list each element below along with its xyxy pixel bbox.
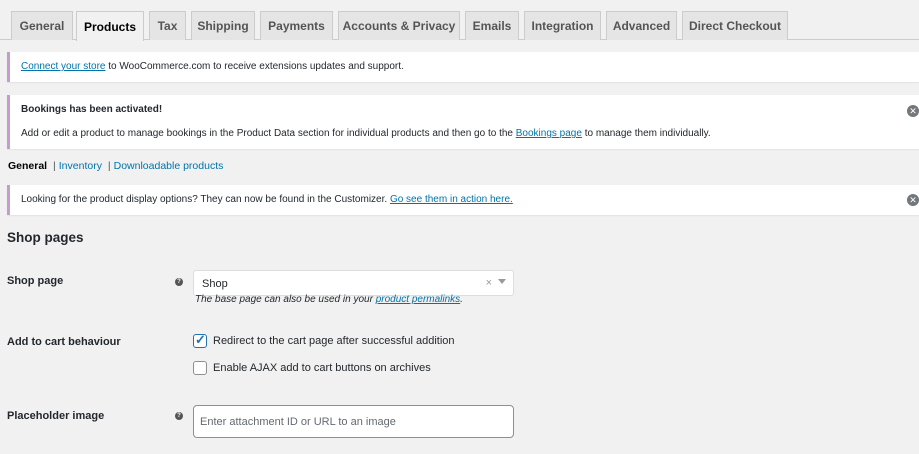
question-mark-circle-icon[interactable]: ? [175, 278, 183, 286]
tab-tax[interactable]: Tax [149, 11, 186, 40]
tab-payments[interactable]: Payments [260, 11, 333, 40]
redirect-to-cart-label[interactable]: Redirect to the cart page after successf… [213, 335, 455, 347]
tab-emails[interactable]: Emails [465, 11, 519, 40]
subnav-inventory[interactable]: Inventory [59, 160, 102, 172]
tab-accounts-privacy[interactable]: Accounts & Privacy [338, 11, 460, 40]
settings-tab-bar: General Products Tax Shipping Payments A… [0, 0, 919, 41]
tab-products[interactable]: Products [76, 11, 144, 41]
section-subnav: General | Inventory | Downloadable product… [8, 160, 224, 172]
bookings-activated-notice: Bookings has been activated! Add or edit… [7, 95, 919, 149]
add-to-cart-label: Add to cart behaviour [7, 336, 121, 348]
shop-page-select[interactable]: Shop × [193, 270, 514, 296]
subnav-general[interactable]: General [8, 160, 47, 172]
tab-direct-checkout[interactable]: Direct Checkout [682, 11, 788, 40]
subnav-downloadable-products[interactable]: Downloadable products [114, 160, 224, 172]
ajax-add-to-cart-checkbox[interactable] [193, 361, 207, 375]
ajax-add-to-cart-label[interactable]: Enable AJAX add to cart buttons on archi… [213, 362, 431, 374]
product-permalinks-link[interactable]: product permalinks [376, 294, 460, 305]
question-mark-circle-icon[interactable]: ? [175, 412, 183, 420]
shop-page-label: Shop page [7, 275, 64, 287]
tab-advanced[interactable]: Advanced [606, 11, 677, 40]
checkmark-icon: ✓ [195, 332, 206, 347]
customizer-link[interactable]: Go see them in action here. [390, 194, 513, 205]
tab-shipping[interactable]: Shipping [191, 11, 255, 40]
clear-selection-icon[interactable]: × [486, 277, 492, 289]
tab-general[interactable]: General [11, 11, 73, 40]
shop-page-selected-value: Shop [202, 278, 228, 290]
bookings-page-link[interactable]: Bookings page [516, 128, 582, 139]
shop-page-description: The base page can also be used in your p… [195, 294, 463, 305]
dismiss-icon[interactable]: ✕ [907, 105, 919, 117]
connect-store-text: Connect your store to WooCommerce.com to… [21, 61, 404, 72]
product-display-text: Looking for the product display options?… [21, 194, 513, 205]
connect-store-link[interactable]: Connect your store [21, 61, 106, 72]
redirect-to-cart-checkbox[interactable]: ✓ [193, 332, 207, 348]
bookings-notice-text: Add or edit a product to manage bookings… [21, 128, 711, 139]
chevron-down-icon[interactable] [498, 279, 506, 284]
product-display-notice: Looking for the product display options?… [7, 185, 919, 215]
dismiss-icon[interactable]: ✕ [907, 194, 919, 206]
bookings-notice-title: Bookings has been activated! [21, 104, 163, 115]
section-title: Shop pages [7, 230, 84, 245]
tab-integration[interactable]: Integration [524, 11, 601, 40]
connect-store-notice: Connect your store to WooCommerce.com to… [7, 52, 919, 82]
placeholder-image-input[interactable] [193, 405, 514, 438]
placeholder-image-label: Placeholder image [7, 410, 105, 422]
